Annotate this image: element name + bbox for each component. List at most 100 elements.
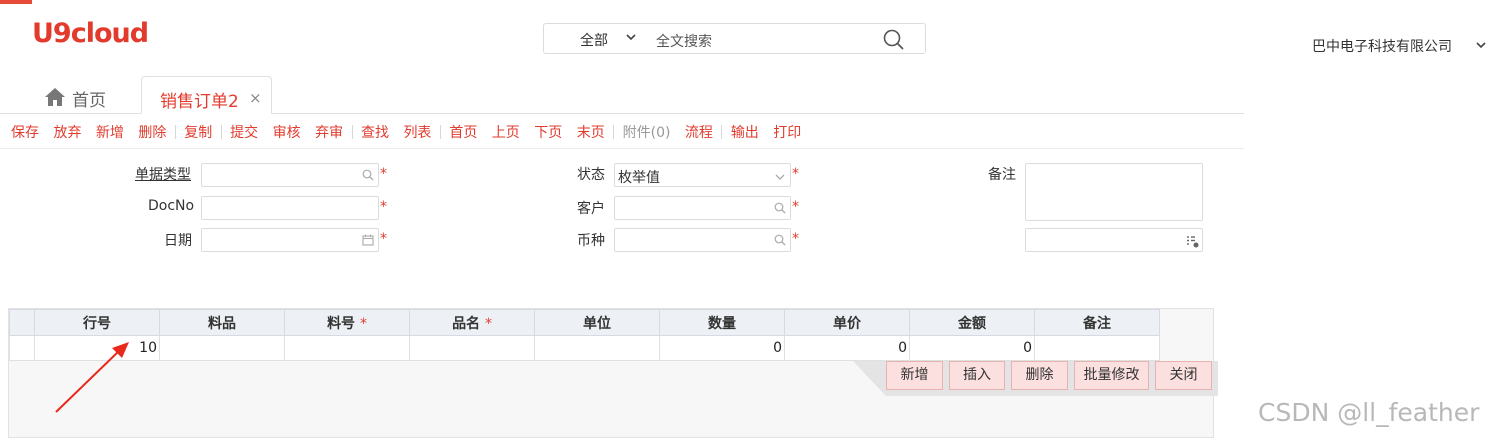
required-mark: * [380,231,387,247]
print-button[interactable]: 打印 [773,125,801,141]
cell-item-name[interactable] [409,335,535,361]
date-label: 日期 [164,233,192,249]
submit-button[interactable]: 提交 [230,125,258,141]
customer-field[interactable] [614,196,791,220]
attachment-button[interactable]: 附件(0) [623,125,671,141]
docno-label: DocNo [148,198,195,214]
search-icon[interactable] [774,234,786,246]
grid-close-button[interactable]: 关闭 [1155,361,1212,390]
last-page-button[interactable]: 末页 [577,125,605,141]
cell-item-code[interactable] [284,335,410,361]
chevron-down-icon[interactable] [774,171,786,183]
list-settings-icon[interactable] [1186,235,1199,248]
search-scope-select[interactable]: 全部 [580,30,608,50]
next-page-button[interactable]: 下页 [534,125,562,141]
cell-remark[interactable] [1034,335,1160,361]
list-button[interactable]: 列表 [403,125,431,141]
new-button[interactable]: 新增 [96,125,124,141]
customer-label: 客户 [577,201,605,217]
delete-button[interactable]: 删除 [138,125,166,141]
col-header-item-code[interactable]: 料号 * [284,309,410,336]
toolbar-separator [613,125,615,139]
home-icon [45,88,65,106]
grid-delete-button[interactable]: 删除 [1011,361,1068,390]
discard-button[interactable]: 放弃 [53,125,81,141]
company-selector[interactable]: 巴中电子科技有限公司 [1312,36,1486,56]
save-button[interactable]: 保存 [11,125,39,141]
toolbar-separator [351,125,353,139]
col-header-item-name-label: 品名 [452,315,481,332]
cell-unit[interactable] [534,335,660,361]
required-mark: * [359,315,367,332]
close-icon[interactable]: × [249,89,262,107]
search-icon[interactable] [774,202,786,214]
table-row[interactable]: 10 0 0 0 [9,335,1160,361]
grid-corner-cell [9,309,35,336]
approve-button[interactable]: 审核 [273,125,301,141]
toolbar-separator [220,125,222,139]
u9cloud-logo[interactable]: U9cloud [32,18,149,49]
grid-add-button[interactable]: 新增 [886,361,943,390]
company-name: 巴中电子科技有限公司 [1312,39,1452,55]
required-mark: * [792,166,799,182]
status-value: 枚举值 [618,170,660,186]
first-page-button[interactable]: 首页 [449,125,477,141]
col-header-remark[interactable]: 备注 [1034,309,1160,336]
copy-button[interactable]: 复制 [184,125,212,141]
date-field[interactable] [201,228,379,252]
tab-sales-order[interactable]: 销售订单2 × [141,76,272,114]
required-mark: * [792,199,799,215]
col-header-line-no[interactable]: 行号 [34,309,160,336]
cell-unit-price[interactable]: 0 [784,335,910,361]
toolbar-separator [721,125,723,139]
flow-button[interactable]: 流程 [685,125,713,141]
docno-field[interactable] [201,196,379,220]
action-toolbar: 保存 放弃 新增 删除 复制 提交 审核 弃审 查找 列表 首页 上页 下页 末… [11,122,801,141]
grid-batch-edit-button[interactable]: 批量修改 [1074,361,1149,390]
chevron-down-icon[interactable] [1476,41,1486,49]
required-mark: * [380,166,387,182]
output-button[interactable]: 输出 [731,125,759,141]
remark-extra-field[interactable] [1025,228,1203,252]
col-header-quantity[interactable]: 数量 [659,309,785,336]
search-icon[interactable] [883,29,905,51]
tab-home-label: 首页 [72,91,106,111]
remark-label: 备注 [988,167,1016,183]
prev-page-button[interactable]: 上页 [492,125,520,141]
currency-label: 币种 [577,233,605,249]
search-icon[interactable] [362,169,374,181]
col-header-item-name[interactable]: 品名 * [409,309,535,336]
annotation-arrow-icon [55,342,129,413]
find-button[interactable]: 查找 [361,125,389,141]
required-mark: * [484,315,492,332]
required-mark: * [792,231,799,247]
csdn-watermark: CSDN @ll_feather [1258,398,1480,427]
col-header-unit-price[interactable]: 单价 [784,309,910,336]
status-label: 状态 [577,167,605,183]
remark-textarea[interactable] [1025,163,1203,221]
col-header-item[interactable]: 料品 [159,309,285,336]
required-mark: * [380,199,387,215]
col-header-item-code-label: 料号 [327,315,356,332]
cell-item[interactable] [159,335,285,361]
row-selector-cell[interactable] [9,335,35,361]
cell-quantity[interactable]: 0 [659,335,785,361]
order-lines-table: 行号 料品 料号 * 品名 * 单位 数量 单价 金额 备注 10 0 0 0 [9,309,1160,361]
col-header-amount[interactable]: 金额 [909,309,1035,336]
calendar-icon[interactable] [362,234,374,246]
abandon-approval-button[interactable]: 弃审 [315,125,343,141]
doc-type-field[interactable] [201,163,379,187]
toolbar-separator [439,125,441,139]
global-search-box[interactable]: 全部 全文搜索 [543,23,926,54]
doc-type-label[interactable]: 单据类型 [135,164,191,184]
toolbar-divider [0,148,1244,149]
grid-insert-button[interactable]: 插入 [949,361,1005,390]
tab-sales-order-label: 销售订单2 [160,92,239,112]
top-corner-accent [0,0,32,4]
search-input[interactable]: 全文搜索 [656,31,712,51]
cell-amount[interactable]: 0 [909,335,1035,361]
currency-field[interactable] [614,228,791,252]
status-select[interactable]: 枚举值 [614,163,791,187]
chevron-down-icon[interactable] [626,33,636,44]
col-header-unit[interactable]: 单位 [534,309,660,336]
